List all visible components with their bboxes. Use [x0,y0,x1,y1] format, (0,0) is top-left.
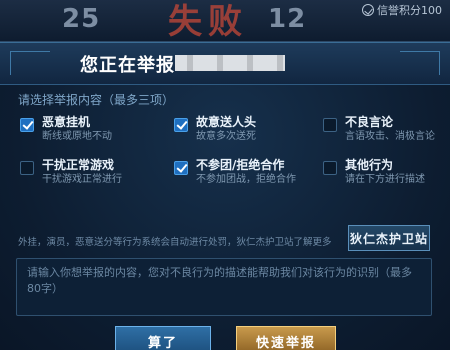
option-label: 不参团/拒绝合作 [196,158,285,172]
quick-report-button[interactable]: 快速举报 [236,326,336,350]
dialog-subtitle: 请选择举报内容（最多三项） [18,93,175,107]
option-disrupt-game[interactable]: 干扰正常游戏 干扰游戏正常进行 [20,158,122,187]
title-corner-right [400,51,440,75]
checkbox-unchecked-icon[interactable] [323,118,337,132]
title-corner-left [10,51,50,75]
auto-penalty-notice: 外挂，演员，恶意送分等行为系统会自动进行处罚，狄仁杰护卫站了解更多 [18,237,332,248]
team-score-left: 25 [62,4,101,34]
checkbox-checked-icon[interactable] [20,118,34,132]
option-label: 故意送人头 [196,115,257,129]
checkbox-checked-icon[interactable] [174,161,188,175]
credit-score-label: 信誉积分100 [377,4,442,17]
report-dialog: 您正在举报 请选择举报内容（最多三项） 恶意挂机 断线或原地不动 故意送人头 故… [0,42,450,350]
checkbox-unchecked-icon[interactable] [20,161,34,175]
checkbox-checked-icon[interactable] [174,118,188,132]
dialog-title: 您正在举报 [80,55,175,76]
match-result-bar: 25 失败 12 信誉积分100 [0,0,450,42]
cancel-button[interactable]: 算了 [115,326,211,350]
guard-station-button[interactable]: 狄仁杰护卫站 [348,225,430,251]
credit-check-icon [362,4,374,16]
checkbox-unchecked-icon[interactable] [323,161,337,175]
option-no-teamwork[interactable]: 不参团/拒绝合作 不参加团战，拒绝合作 [174,158,296,187]
credit-score: 信誉积分100 [362,2,442,18]
option-description: 言语攻击、消极言论 [345,131,435,142]
option-description: 请在下方进行描述 [345,174,425,185]
option-label: 恶意挂机 [42,115,91,129]
team-score-right: 12 [268,4,307,34]
match-result-text: 失败 [168,2,248,42]
option-label: 其他行为 [345,158,394,172]
option-feeding[interactable]: 故意送人头 故意多次送死 [174,115,256,144]
option-other[interactable]: 其他行为 请在下方进行描述 [323,158,425,187]
option-description: 不参加团战，拒绝合作 [196,174,296,185]
dialog-title-bar: 您正在举报 [0,43,450,85]
option-afk[interactable]: 恶意挂机 断线或原地不动 [20,115,112,144]
report-description-input[interactable]: 请输入你想举报的内容，您对不良行为的描述能帮助我们对该行为的识别（最多80字） [16,258,432,316]
option-description: 故意多次送死 [196,131,256,142]
option-label: 干扰正常游戏 [42,158,115,172]
option-description: 断线或原地不动 [42,131,112,142]
option-label: 不良言论 [345,115,394,129]
option-description: 干扰游戏正常进行 [42,174,122,185]
option-toxic-speech[interactable]: 不良言论 言语攻击、消极言论 [323,115,435,144]
reported-player-name-redacted [175,55,285,71]
